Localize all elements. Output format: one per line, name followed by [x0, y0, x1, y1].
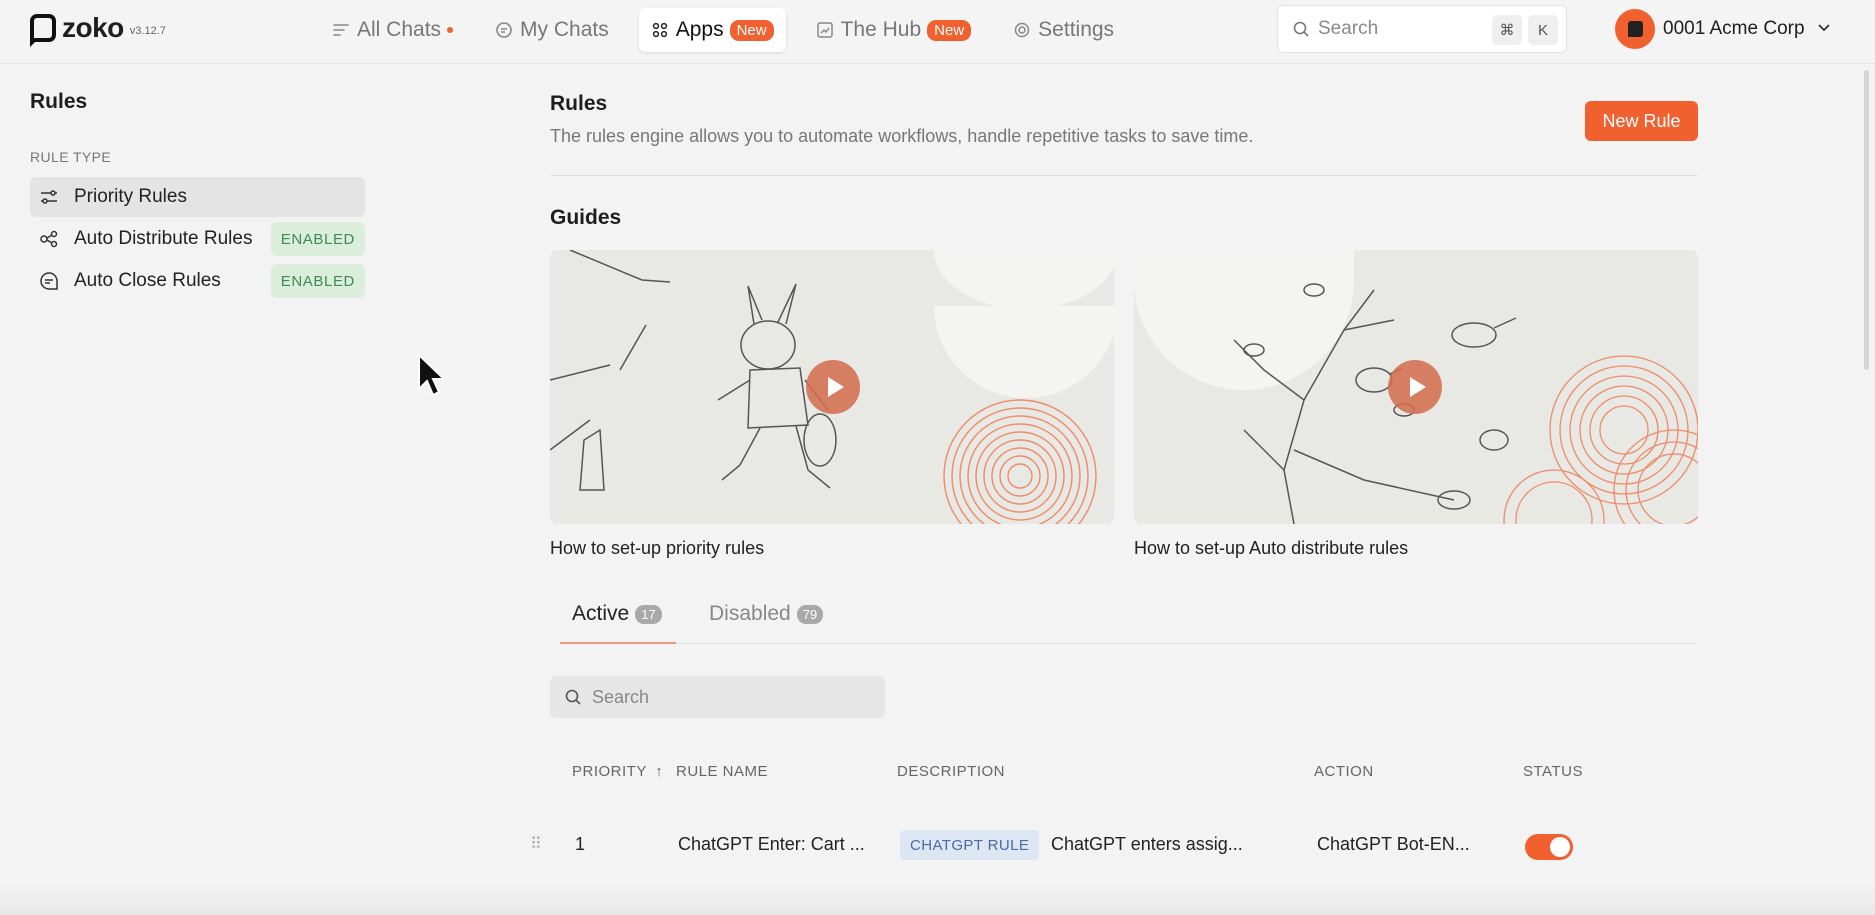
new-badge: New — [729, 19, 774, 41]
status-badge: ENABLED — [270, 264, 365, 298]
count-badge: 17 — [635, 604, 662, 624]
tab-label: Active — [572, 602, 630, 625]
global-search-input[interactable]: Search ⌘ K — [1277, 5, 1567, 53]
sidebar-title: Rules — [30, 90, 88, 113]
chat-bubble-icon — [495, 21, 513, 39]
count-badge: 79 — [796, 604, 824, 624]
column-header-description: DESCRIPTION — [897, 763, 1006, 780]
play-icon[interactable] — [1388, 360, 1442, 414]
rule-type-tag: CHATGPT RULE — [900, 830, 1040, 860]
sidebar-item-auto-distribute-rules[interactable]: Auto Distribute Rules ENABLED — [30, 219, 365, 259]
search-icon — [1292, 20, 1310, 38]
nav-my-chats[interactable]: My Chats — [483, 8, 621, 52]
nav-all-chats[interactable]: All Chats — [320, 8, 465, 52]
nav-the-hub-label: The Hub — [840, 18, 922, 41]
active-tab-indicator — [560, 642, 676, 644]
sidebar-item-label: Priority Rules — [74, 186, 187, 207]
top-bar: zoko v3.12.7 All Chats My Chats Apps New — [0, 0, 1875, 64]
guide-caption[interactable]: How to set-up priority rules — [550, 538, 764, 559]
divider — [550, 175, 1698, 176]
row-rule-name: ChatGPT Enter: Cart ... — [678, 834, 865, 854]
app-version: v3.12.7 — [129, 25, 166, 37]
sidebar-item-priority-rules[interactable]: Priority Rules — [30, 177, 365, 217]
main-nav: All Chats My Chats Apps New The Hub New — [320, 8, 1144, 52]
sidebar-item-label: Auto Distribute Rules — [74, 228, 253, 249]
chevron-down-icon — [1817, 20, 1831, 38]
sidebar-item-auto-close-rules[interactable]: Auto Close Rules ENABLED — [30, 261, 365, 301]
nav-all-chats-label: All Chats — [357, 18, 442, 41]
zoko-logo-icon — [30, 14, 56, 42]
nav-my-chats-label: My Chats — [520, 18, 609, 41]
new-badge: New — [927, 19, 972, 41]
tab-label: Disabled — [709, 602, 791, 625]
bottom-fade — [0, 885, 1875, 915]
sidebar-section-label: RULE TYPE — [30, 149, 112, 165]
account-name: 0001 Acme Corp — [1663, 18, 1805, 39]
nav-settings-label: Settings — [1038, 18, 1115, 41]
app-name: zoko — [62, 12, 124, 43]
status-toggle[interactable] — [1525, 834, 1573, 860]
nav-settings[interactable]: Settings — [1001, 8, 1126, 52]
play-icon[interactable] — [806, 360, 860, 414]
nav-the-hub[interactable]: The Hub New — [804, 8, 984, 52]
list-filter-icon — [332, 21, 350, 39]
rule-status-tabs: Active 17 Disabled 79 — [560, 602, 1700, 642]
avatar — [1615, 9, 1655, 49]
page-subtitle: The rules engine allows you to automate … — [550, 126, 1254, 146]
new-rule-button[interactable]: New Rule — [1585, 101, 1698, 141]
row-priority: 1 — [575, 834, 586, 854]
drag-handle-icon[interactable]: ⠿ — [530, 834, 542, 854]
search-icon — [564, 688, 582, 706]
unread-dot — [447, 27, 454, 33]
tab-disabled[interactable]: Disabled 79 — [709, 602, 824, 626]
column-header-priority[interactable]: PRIORITY ↑ — [572, 763, 663, 780]
gear-icon — [1013, 21, 1031, 39]
guide-caption[interactable]: How to set-up Auto distribute rules — [1134, 538, 1408, 559]
tab-divider — [560, 643, 1698, 644]
rules-search-input[interactable]: Search — [550, 676, 885, 718]
column-header-status: STATUS — [1523, 763, 1583, 780]
sliders-icon — [38, 186, 60, 208]
guide-video-auto-distribute[interactable] — [1134, 250, 1698, 524]
share-nodes-icon — [38, 228, 60, 250]
mouse-cursor-icon — [418, 353, 447, 397]
row-action: ChatGPT Bot-EN... — [1317, 834, 1470, 854]
column-header-rule-name: RULE NAME — [676, 763, 769, 780]
grid-icon — [651, 21, 669, 39]
chart-icon — [816, 21, 834, 39]
sort-up-icon: ↑ — [655, 763, 664, 780]
search-placeholder: Search — [592, 686, 650, 707]
shortcut-key-k: K — [1528, 15, 1558, 45]
shortcut-key-cmd: ⌘ — [1492, 15, 1522, 45]
tab-active[interactable]: Active 17 — [572, 602, 662, 626]
scrollbar[interactable] — [1864, 70, 1869, 370]
status-badge: ENABLED — [270, 222, 365, 256]
column-header-action: ACTION — [1314, 763, 1374, 780]
nav-apps[interactable]: Apps New — [638, 8, 786, 52]
page-title: Rules — [550, 92, 608, 115]
nav-apps-label: Apps — [675, 18, 724, 41]
account-switcher[interactable]: 0001 Acme Corp — [1615, 8, 1831, 50]
column-header-label: PRIORITY — [572, 763, 647, 780]
chat-close-icon — [38, 270, 60, 292]
sidebar-item-label: Auto Close Rules — [74, 270, 221, 291]
guides-title: Guides — [550, 206, 622, 229]
search-placeholder: Search — [1318, 18, 1379, 39]
guide-video-priority-rules[interactable] — [550, 250, 1114, 524]
app-logo[interactable]: zoko v3.12.7 — [30, 12, 166, 44]
row-description: ChatGPT enters assig... — [1051, 834, 1243, 854]
